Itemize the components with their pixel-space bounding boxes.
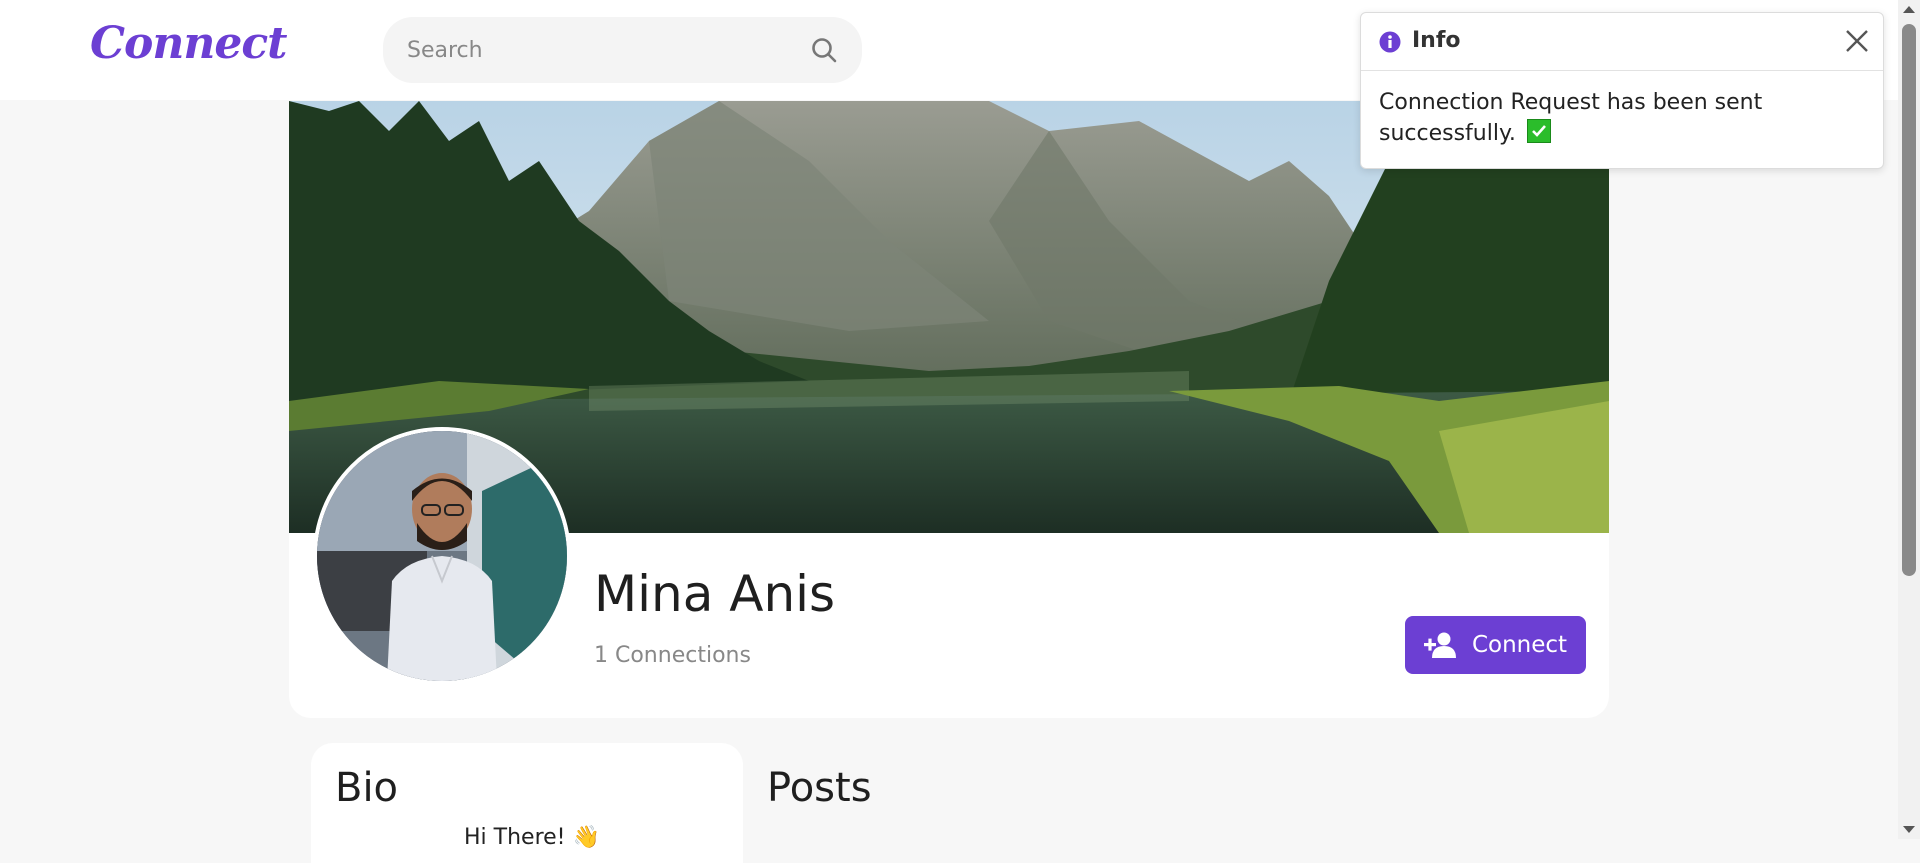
search-box[interactable]	[383, 17, 862, 83]
profile-avatar[interactable]	[313, 427, 571, 685]
profile-name: Mina Anis	[594, 565, 836, 623]
toast-message-text: Connection Request has been sent success…	[1379, 90, 1763, 146]
scroll-down-arrow-icon[interactable]	[1903, 826, 1915, 833]
connections-count[interactable]: 1 Connections	[594, 643, 751, 668]
bio-card: Bio Hi There! 👋	[311, 743, 743, 863]
scroll-up-arrow-icon[interactable]	[1903, 6, 1915, 13]
search-input[interactable]	[405, 36, 810, 64]
bio-text: Hi There! 👋	[464, 825, 600, 850]
check-mark-icon	[1526, 119, 1551, 143]
page-scrollbar[interactable]	[1898, 0, 1920, 839]
app-logo[interactable]: Connect	[90, 18, 287, 69]
add-user-icon	[1423, 632, 1456, 658]
posts-title: Posts	[767, 765, 872, 811]
close-toast-button[interactable]	[1841, 25, 1873, 57]
connect-button-label: Connect	[1471, 632, 1568, 658]
search-icon[interactable]	[810, 36, 838, 64]
toast-title: Info	[1412, 28, 1461, 53]
close-icon	[1846, 30, 1868, 52]
toast-message: Connection Request has been sent success…	[1379, 87, 1849, 149]
toast-header: Info	[1361, 13, 1883, 71]
connect-button[interactable]: Connect	[1405, 616, 1586, 674]
info-icon	[1379, 31, 1401, 53]
info-toast: Info Connection Request has been sent su…	[1360, 12, 1884, 169]
bio-title: Bio	[335, 765, 399, 811]
scrollbar-thumb[interactable]	[1902, 24, 1916, 576]
